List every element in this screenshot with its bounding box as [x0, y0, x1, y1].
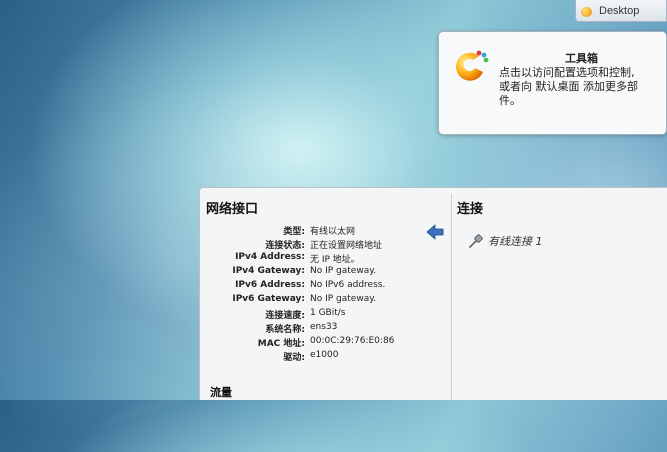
- info-key: IPv6 Gateway:: [232, 294, 305, 304]
- info-row-system-name: 系统名称: ens33: [200, 322, 450, 335]
- info-value: 00:0C:29:76:E0:86: [310, 336, 395, 346]
- info-row-speed: 连接速度: 1 GBit/s: [200, 308, 450, 321]
- info-key: IPv6 Address:: [235, 280, 305, 290]
- info-row-driver: 驱动: e1000: [200, 350, 450, 363]
- info-value: 正在设置网络地址: [310, 241, 383, 251]
- tooltip-line: 点击以访问配置选项和控制,: [499, 66, 635, 79]
- info-row-type: 类型: 有线以太网: [200, 224, 450, 237]
- info-value: No IP gateway.: [310, 294, 377, 304]
- network-dialog: 网络接口 类型: 有线以太网 连接状态: 正在设置网络地址 IPv4 Addre…: [199, 187, 667, 400]
- tooltip-line: 件。: [499, 94, 521, 107]
- info-row-mac: MAC 地址: 00:0C:29:76:E0:86: [200, 336, 450, 349]
- info-row-ipv6-address: IPv6 Address: No IPv6 address.: [200, 280, 450, 292]
- tooltip-body: 点击以访问配置选项和控制, 或者向 默认桌面 添加更多部 件。: [499, 66, 659, 108]
- panel-divider: [451, 194, 452, 400]
- tooltip-line: 或者向 默认桌面 添加更多部: [499, 80, 638, 93]
- connections-title: 连接: [457, 202, 484, 217]
- info-key: 系统名称:: [265, 325, 305, 335]
- info-value: 有线以太网: [310, 227, 356, 237]
- traffic-title: 流量: [210, 386, 232, 399]
- info-row-ipv6-gateway: IPv6 Gateway: No IP gateway.: [200, 294, 450, 306]
- info-key: 连接状态:: [265, 241, 305, 251]
- wired-connection-icon: [469, 234, 483, 248]
- info-key: MAC 地址:: [257, 339, 305, 349]
- tooltip-title: 工具箱: [565, 52, 598, 65]
- info-value: 无 IP 地址。: [310, 255, 360, 265]
- info-value: 1 GBit/s: [310, 308, 346, 318]
- back-arrow-icon[interactable]: [426, 224, 444, 240]
- info-value: No IPv6 address.: [310, 280, 386, 290]
- network-interface-title: 网络接口: [206, 202, 259, 217]
- info-key: IPv4 Gateway:: [232, 266, 305, 276]
- info-row-status: 连接状态: 正在设置网络地址: [200, 238, 450, 251]
- toolbox-tooltip: 工具箱 点击以访问配置选项和控制, 或者向 默认桌面 添加更多部 件。: [438, 31, 667, 135]
- info-value: No IP gateway.: [310, 266, 377, 276]
- connection-item[interactable]: 有线连接 1: [468, 233, 543, 249]
- info-value: ens33: [310, 322, 338, 332]
- info-row-ipv4-address: IPv4 Address: 无 IP 地址。: [200, 252, 450, 265]
- desktop-task-button[interactable]: Desktop: [575, 0, 667, 22]
- desktop-label: Desktop: [599, 4, 640, 17]
- info-key: 连接速度:: [265, 311, 305, 321]
- info-value: e1000: [310, 350, 339, 360]
- info-key: IPv4 Address:: [235, 252, 305, 262]
- toolbox-small-icon: [581, 5, 593, 17]
- connection-item-label: 有线连接 1: [488, 235, 543, 248]
- info-key: 类型:: [283, 227, 305, 237]
- info-row-ipv4-gateway: IPv4 Gateway: No IP gateway.: [200, 266, 450, 278]
- info-key: 驱动:: [283, 353, 305, 363]
